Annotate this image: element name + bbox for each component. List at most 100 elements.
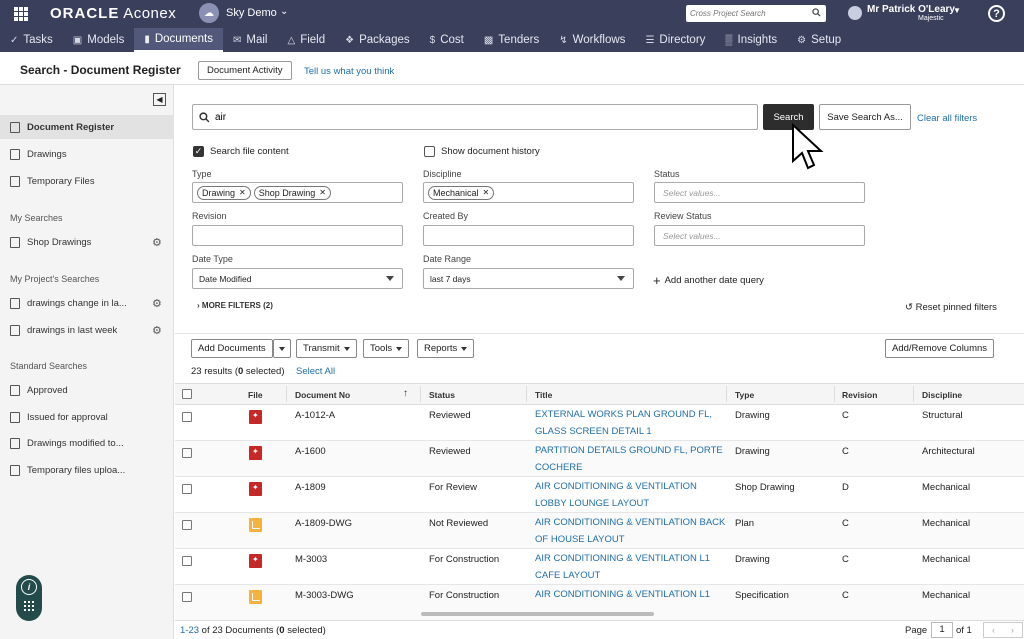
tab-models[interactable]: ▣ Models bbox=[63, 28, 135, 52]
tab-tasks[interactable]: ✓ Tasks bbox=[0, 28, 63, 52]
chevron-down-icon[interactable]: ⌄ bbox=[280, 6, 288, 17]
cross-project-search-input[interactable] bbox=[690, 9, 808, 18]
review-status-field[interactable]: Select values... bbox=[654, 225, 865, 246]
sort-arrow-up-icon[interactable]: ↑ bbox=[403, 388, 408, 399]
cell-title-link[interactable]: AIR CONDITIONING & VENTILATION BACK OF H… bbox=[535, 514, 730, 548]
user-menu-caret-icon[interactable]: ▼ bbox=[953, 6, 961, 15]
show-history-checkbox[interactable]: Show document history bbox=[424, 146, 540, 157]
col-document-no[interactable]: Document No bbox=[295, 390, 350, 400]
clear-all-filters-link[interactable]: Clear all filters bbox=[917, 113, 977, 124]
gear-icon[interactable]: ⚙ bbox=[152, 324, 162, 337]
row-checkbox[interactable] bbox=[182, 592, 192, 602]
close-icon[interactable]: ✕ bbox=[483, 188, 490, 197]
status-field[interactable]: Select values... bbox=[654, 182, 865, 203]
more-filters-toggle[interactable]: › MORE FILTERS (2) bbox=[197, 301, 273, 310]
app-grid-icon[interactable] bbox=[14, 7, 28, 21]
sidebar-item-temporary-files[interactable]: Temporary Files bbox=[0, 169, 174, 193]
reset-pinned-filters-button[interactable]: ↺ Reset pinned filters bbox=[905, 302, 997, 313]
cell-title-link[interactable]: EXTERNAL WORKS PLAN GROUND FL, GLASS SCR… bbox=[535, 406, 730, 440]
pdf-file-icon[interactable] bbox=[249, 410, 262, 424]
tab-workflows[interactable]: ↯ Workflows bbox=[549, 28, 635, 52]
chip-mechanical[interactable]: Mechanical ✕ bbox=[428, 185, 495, 200]
discipline-field[interactable]: Mechanical ✕ bbox=[423, 182, 634, 203]
add-remove-columns-button[interactable]: Add/Remove Columns bbox=[885, 339, 995, 358]
tab-directory[interactable]: ☰ Directory bbox=[635, 28, 715, 52]
search-file-content-checkbox[interactable]: ✓ Search file content bbox=[193, 146, 289, 157]
tab-cost[interactable]: $ Cost bbox=[420, 28, 474, 52]
chevron-right-icon[interactable]: › bbox=[1011, 625, 1014, 635]
col-type[interactable]: Type bbox=[735, 390, 754, 400]
dwg-file-icon[interactable] bbox=[249, 518, 262, 532]
cell-title-link[interactable]: AIR CONDITIONING & VENTILATION LOBBY LOU… bbox=[535, 478, 730, 512]
pdf-file-icon[interactable] bbox=[249, 554, 262, 568]
sidebar-item-drawings-modified[interactable]: Drawings modified to... bbox=[0, 431, 174, 455]
chip-drawing[interactable]: Drawing ✕ bbox=[197, 185, 251, 200]
table-row[interactable]: A-1809-DWG Not Reviewed AIR CONDITIONING &… bbox=[175, 513, 1024, 549]
tools-button[interactable]: Tools bbox=[363, 339, 410, 358]
chip-shop-drawing[interactable]: Shop Drawing ✕ bbox=[253, 185, 331, 200]
row-checkbox[interactable] bbox=[182, 448, 192, 458]
transmit-button[interactable]: Transmit bbox=[296, 339, 357, 358]
table-row[interactable]: A-1012-A Reviewed EXTERNAL WORKS PLAN GROU… bbox=[175, 405, 1024, 441]
tab-documents[interactable]: ▮ Documents bbox=[134, 28, 224, 52]
col-title[interactable]: Title bbox=[535, 390, 552, 400]
search-input[interactable] bbox=[215, 111, 735, 123]
table-row[interactable]: A-1809 For Review AIR CONDITIONING & VENTI… bbox=[175, 477, 1024, 513]
sidebar-item-temporary-uploads[interactable]: Temporary files uploa... bbox=[0, 458, 174, 482]
revision-field[interactable] bbox=[192, 225, 403, 246]
assistant-button[interactable]: i bbox=[16, 575, 42, 621]
collapse-sidebar-icon[interactable]: ◀ bbox=[153, 93, 166, 106]
tab-tenders[interactable]: ▩ Tenders bbox=[474, 28, 549, 52]
row-checkbox[interactable] bbox=[182, 556, 192, 566]
sidebar-item-shop-drawings[interactable]: Shop Drawings ⚙ bbox=[0, 230, 174, 254]
horizontal-scrollbar[interactable] bbox=[421, 612, 654, 616]
col-revision[interactable]: Revision bbox=[842, 390, 877, 400]
created-by-field[interactable] bbox=[423, 225, 634, 246]
select-all-link[interactable]: Select All bbox=[296, 366, 335, 377]
type-field[interactable]: Drawing ✕ Shop Drawing ✕ bbox=[192, 182, 403, 203]
feedback-link[interactable]: Tell us what you think bbox=[304, 66, 394, 77]
user-name[interactable]: Mr Patrick O'Leary bbox=[867, 4, 955, 15]
col-discipline[interactable]: Discipline bbox=[922, 390, 962, 400]
sidebar-item-drawings[interactable]: Drawings bbox=[0, 142, 174, 166]
add-documents-dropdown[interactable] bbox=[273, 339, 291, 358]
cell-title-link[interactable]: PARTITION DETAILS GROUND FL, PORTE COCHE… bbox=[535, 442, 730, 476]
page-number-input[interactable]: 1 bbox=[931, 622, 953, 638]
project-icon[interactable]: ☁ bbox=[199, 3, 219, 23]
project-name[interactable]: Sky Demo bbox=[226, 7, 277, 19]
table-row[interactable]: M-3003 For Construction AIR CONDITIONING &… bbox=[175, 549, 1024, 585]
pdf-file-icon[interactable] bbox=[249, 446, 262, 460]
table-row[interactable]: A-1600 Reviewed PARTITION DETAILS GROUND F… bbox=[175, 441, 1024, 477]
chevron-left-icon[interactable]: ‹ bbox=[992, 625, 995, 635]
cross-project-search[interactable] bbox=[686, 5, 826, 22]
tab-mail[interactable]: ✉ Mail bbox=[223, 28, 277, 52]
select-all-checkbox[interactable] bbox=[182, 389, 192, 399]
pagination-buttons[interactable]: ‹ › bbox=[983, 622, 1023, 638]
col-status[interactable]: Status bbox=[429, 390, 455, 400]
cell-title-link[interactable]: AIR CONDITIONING & VENTILATION L1 bbox=[535, 586, 730, 603]
gear-icon[interactable]: ⚙ bbox=[152, 297, 162, 310]
close-icon[interactable]: ✕ bbox=[239, 188, 246, 197]
avatar[interactable] bbox=[848, 6, 862, 20]
row-checkbox[interactable] bbox=[182, 520, 192, 530]
date-range-select[interactable]: last 7 days bbox=[423, 268, 634, 289]
sidebar-item-drawings-last-week[interactable]: drawings in last week ⚙ bbox=[0, 318, 174, 342]
search-icon[interactable] bbox=[812, 8, 821, 17]
date-type-select[interactable]: Date Modified bbox=[192, 268, 403, 289]
tab-insights[interactable]: ▒ Insights bbox=[715, 28, 787, 52]
cell-title-link[interactable]: AIR CONDITIONING & VENTILATION L1 CAFE L… bbox=[535, 550, 730, 584]
sidebar-item-issued-for-approval[interactable]: Issued for approval bbox=[0, 405, 174, 429]
pdf-file-icon[interactable] bbox=[249, 482, 262, 496]
sidebar-item-drawings-change[interactable]: drawings change in la... ⚙ bbox=[0, 291, 174, 315]
tab-packages[interactable]: ❖ Packages bbox=[335, 28, 419, 52]
tab-field[interactable]: △ Field bbox=[278, 28, 336, 52]
help-icon[interactable]: ? bbox=[988, 5, 1005, 22]
row-checkbox[interactable] bbox=[182, 484, 192, 494]
add-date-query-button[interactable]: + Add another date query bbox=[653, 273, 764, 288]
dwg-file-icon[interactable] bbox=[249, 590, 262, 604]
sidebar-item-document-register[interactable]: Document Register bbox=[0, 115, 174, 139]
sidebar-item-approved[interactable]: Approved bbox=[0, 378, 174, 402]
gear-icon[interactable]: ⚙ bbox=[152, 236, 162, 249]
add-documents-button[interactable]: Add Documents bbox=[191, 339, 273, 358]
tab-setup[interactable]: ⚙ Setup bbox=[787, 28, 851, 52]
